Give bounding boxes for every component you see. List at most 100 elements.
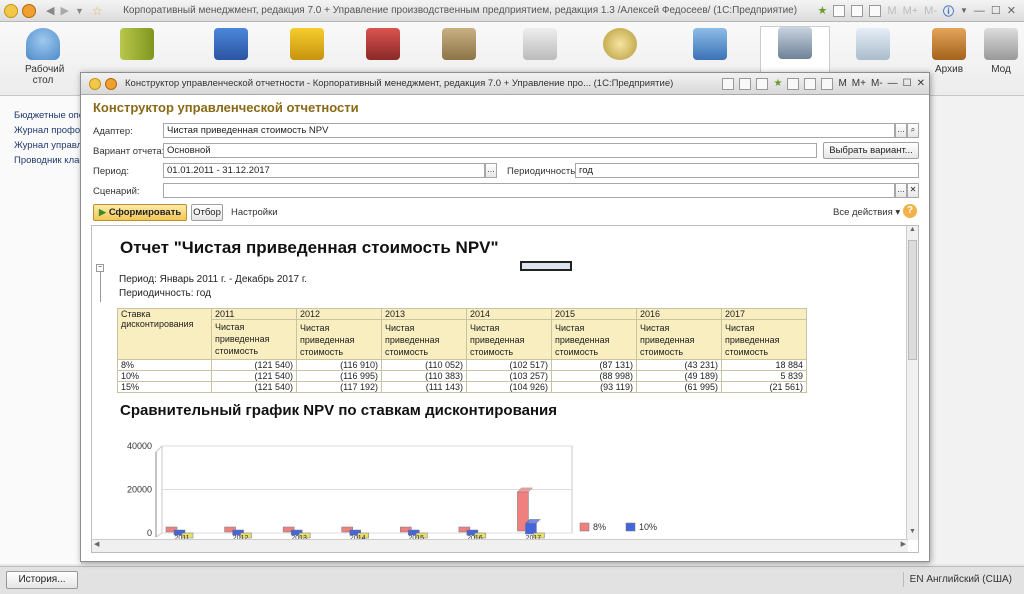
- print-icon[interactable]: [739, 77, 752, 90]
- memory-m-button[interactable]: M: [838, 78, 846, 89]
- section-checklist[interactable]: [505, 28, 575, 64]
- main-titlebar: ◀ ▶ ▼ ☆ Корпоративный менеджмент, редакц…: [0, 0, 1024, 22]
- scenario-label: Сценарий:: [93, 186, 140, 197]
- report-period: Период: Январь 2011 г. - Декабрь 2017 г.: [119, 274, 308, 285]
- calc-icon[interactable]: [869, 4, 882, 17]
- diagram-icon: [856, 28, 890, 60]
- adapter-select-button[interactable]: …: [895, 123, 907, 138]
- close-icon[interactable]: ✕: [917, 78, 925, 89]
- scroll-thumb[interactable]: [908, 240, 917, 360]
- window-menu-icon[interactable]: [105, 77, 117, 90]
- favorites-star-icon[interactable]: ☆: [92, 4, 103, 18]
- section-folders[interactable]: [102, 28, 172, 64]
- copy-icon[interactable]: [833, 4, 846, 17]
- chart-title: Сравнительный график NPV по ставкам диск…: [120, 402, 557, 419]
- section-forklift[interactable]: [272, 28, 342, 64]
- section-database[interactable]: [675, 28, 745, 64]
- memory-plus-button[interactable]: M+: [852, 78, 866, 89]
- nav-item[interactable]: Бюджетные опе: [0, 108, 81, 123]
- report-spreadsheet[interactable]: − Отчет "Чистая приведенная стоимость NP…: [91, 225, 919, 553]
- measure-header: Чистая приведенная стоимость: [636, 319, 722, 360]
- value-cell: (103 257): [466, 370, 552, 382]
- plot-depth: [155, 445, 163, 538]
- back-arrow-icon[interactable]: ◀: [46, 4, 54, 17]
- settings-button[interactable]: Настройки: [231, 207, 278, 218]
- legend-label: 10%: [639, 522, 657, 532]
- section-delivery[interactable]: [424, 28, 494, 64]
- forklift-icon: [290, 28, 324, 60]
- search-icon[interactable]: ⌕: [907, 123, 919, 138]
- coins-icon: [603, 28, 637, 60]
- value-cell: (43 231): [636, 359, 722, 371]
- section-archive[interactable]: Архив: [914, 28, 984, 75]
- value-cell: (88 998): [551, 370, 637, 382]
- calendar-icon[interactable]: [804, 77, 817, 90]
- horizontal-scrollbar[interactable]: ◀ ▶: [92, 539, 908, 552]
- section-truck[interactable]: [196, 28, 266, 64]
- group-line: [100, 272, 101, 302]
- section-factory[interactable]: [348, 28, 418, 64]
- save-icon[interactable]: [722, 77, 735, 90]
- periodicity-field[interactable]: год: [575, 163, 919, 178]
- info-dropdown-icon[interactable]: ▼: [960, 6, 968, 15]
- copy-icon[interactable]: [787, 77, 800, 90]
- year-header: 2016: [636, 308, 722, 320]
- filter-button[interactable]: Отбор: [191, 204, 223, 221]
- background-area: [930, 96, 1024, 564]
- value-cell: (121 540): [211, 381, 297, 393]
- language-indicator[interactable]: EN Английский (США): [902, 572, 1018, 587]
- history-button[interactable]: История...: [6, 571, 78, 589]
- nav-item[interactable]: Журнал профор: [0, 123, 81, 138]
- memory-minus-button[interactable]: M-: [871, 78, 883, 89]
- adapter-field[interactable]: Чистая приведенная стоимость NPV: [163, 123, 895, 138]
- favorites-add-icon[interactable]: ★: [773, 78, 782, 89]
- scroll-left-icon[interactable]: ◀: [94, 540, 99, 548]
- section-coins[interactable]: [585, 28, 655, 64]
- scroll-down-icon[interactable]: ▼: [907, 528, 918, 540]
- generate-label: Сформировать: [108, 207, 182, 218]
- minimize-icon[interactable]: —: [974, 5, 985, 17]
- forward-arrow-icon[interactable]: ▶: [60, 4, 68, 17]
- section-diagram[interactable]: [838, 28, 908, 64]
- vertical-scrollbar[interactable]: ▲ ▼: [906, 226, 918, 540]
- section-module[interactable]: Мод: [978, 28, 1024, 75]
- value-cell: (87 131): [551, 359, 637, 371]
- period-field[interactable]: 01.01.2011 - 31.12.2017: [163, 163, 485, 178]
- variant-field[interactable]: Основной: [163, 143, 817, 158]
- maximize-icon[interactable]: ☐: [903, 78, 912, 89]
- choose-variant-button[interactable]: Выбрать вариант...: [823, 142, 919, 159]
- collapse-group-icon[interactable]: −: [96, 264, 104, 272]
- nav-item[interactable]: Проводник клас: [0, 153, 81, 168]
- favorites-add-icon[interactable]: ★: [818, 4, 828, 17]
- scenario-field[interactable]: [163, 183, 895, 198]
- section-desktop[interactable]: Рабочий стол: [8, 28, 78, 86]
- all-actions-menu[interactable]: Все действия ▾: [833, 207, 900, 218]
- measure-header: Чистая приведенная стоимость: [721, 319, 807, 360]
- minimize-icon[interactable]: —: [888, 78, 898, 89]
- nav-item[interactable]: Журнал управл: [0, 138, 81, 153]
- close-icon[interactable]: ✕: [1007, 4, 1016, 17]
- onec-logo-icon[interactable]: [4, 3, 18, 18]
- year-header: 2014: [466, 308, 552, 320]
- measure-header: Чистая приведенная стоимость: [296, 319, 382, 360]
- link-icon[interactable]: [756, 77, 769, 90]
- clear-icon[interactable]: ✕: [907, 183, 919, 198]
- value-cell: (121 540): [211, 359, 297, 371]
- npv-chart: 400002000002011 2012 2013 2014 2015 2016 20178…: [127, 441, 657, 540]
- generate-button[interactable]: ▶ Сформировать: [93, 204, 187, 221]
- onec-logo-icon[interactable]: [89, 77, 101, 90]
- calc-icon[interactable]: [821, 77, 834, 90]
- form-heading: Конструктор управленческой отчетности: [93, 100, 359, 115]
- main-menu-icon[interactable]: [22, 3, 36, 18]
- calendar-icon[interactable]: [851, 4, 864, 17]
- table-row: 10% (121 540) (116 995) (110 383) (103 2…: [117, 370, 807, 382]
- maximize-icon[interactable]: ☐: [991, 4, 1001, 17]
- history-dropdown-icon[interactable]: ▼: [75, 6, 84, 16]
- checklist-icon: [523, 28, 557, 60]
- scenario-select-button[interactable]: …: [895, 183, 907, 198]
- help-icon[interactable]: ?: [903, 204, 917, 218]
- scroll-right-icon[interactable]: ▶: [901, 540, 906, 548]
- scroll-up-icon[interactable]: ▲: [907, 226, 918, 238]
- period-select-button[interactable]: …: [485, 163, 497, 178]
- info-icon[interactable]: ⓘ: [943, 3, 954, 19]
